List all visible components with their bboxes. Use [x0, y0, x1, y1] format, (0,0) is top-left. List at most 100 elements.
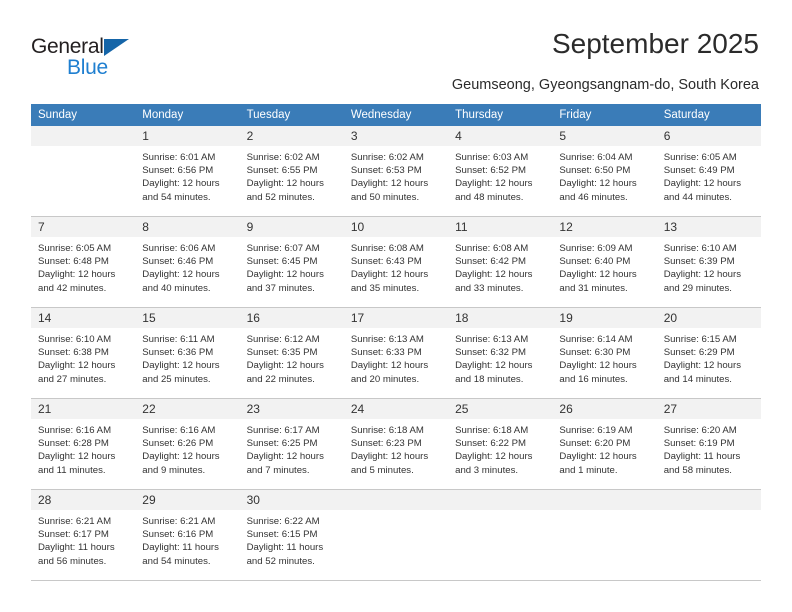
- calendar-day-cell[interactable]: 12 Sunrise: 6:09 AM Sunset: 6:40 PM Dayligh…: [552, 216, 657, 308]
- daylight-text-line2: and 20 minutes.: [350, 373, 420, 385]
- day-number: 3: [343, 126, 449, 146]
- day-details: Sunrise: 6:21 AM Sunset: 6:17 PM Daylight:…: [31, 510, 135, 568]
- calendar-day-cell[interactable]: 22 Sunrise: 6:16 AM Sunset: 6:26 PM Dayligh…: [135, 398, 240, 490]
- calendar-week-row: 7 Sunrise: 6:05 AM Sunset: 6:48 PM Daylight…: [31, 216, 761, 308]
- daylight-text-line2: and 37 minutes.: [246, 282, 315, 294]
- sunrise-text: Sunrise: 6:21 AM: [38, 516, 112, 527]
- sunrise-text: Sunrise: 6:14 AM: [559, 334, 633, 345]
- sunrise-text: Sunrise: 6:13 AM: [350, 334, 424, 345]
- daylight-text-line2: and 52 minutes.: [246, 191, 315, 203]
- calendar-day-cell[interactable]: 5 Sunrise: 6:04 AM Sunset: 6:50 PM Daylight…: [552, 126, 657, 217]
- daylight-text-line2: and 3 minutes.: [455, 464, 519, 476]
- day-number: 10: [343, 217, 449, 237]
- calendar-week-row: 28 Sunrise: 6:21 AM Sunset: 6:17 PM Dayligh…: [31, 489, 761, 581]
- sunset-text: Sunset: 6:42 PM: [455, 256, 527, 268]
- generalblue-logo[interactable]: General Blue: [31, 35, 161, 83]
- calendar-day-cell[interactable]: 24 Sunrise: 6:18 AM Sunset: 6:23 PM Dayligh…: [343, 398, 449, 490]
- calendar-day-cell[interactable]: 8 Sunrise: 6:06 AM Sunset: 6:46 PM Daylight…: [135, 216, 240, 308]
- daylight-text-line1: Daylight: 12 hours: [559, 451, 637, 463]
- sunset-text: Sunset: 6:28 PM: [38, 438, 109, 450]
- daylight-text-line1: Daylight: 11 hours: [38, 542, 115, 554]
- daylight-text-line1: Daylight: 12 hours: [246, 451, 324, 463]
- logo-text-blue: Blue: [67, 56, 108, 79]
- sunset-text: Sunset: 6:15 PM: [246, 529, 318, 541]
- calendar-day-cell[interactable]: 13 Sunrise: 6:10 AM Sunset: 6:39 PM Dayligh…: [656, 216, 761, 308]
- weekday-header-sunday: Sunday: [31, 104, 136, 126]
- day-number: [656, 490, 761, 510]
- calendar-day-cell[interactable]: 21 Sunrise: 6:16 AM Sunset: 6:28 PM Dayligh…: [31, 398, 136, 490]
- sunrise-text: Sunrise: 6:06 AM: [142, 243, 216, 254]
- sunrise-text: Sunrise: 6:15 AM: [663, 334, 737, 345]
- sunset-text: Sunset: 6:30 PM: [559, 347, 631, 359]
- sunrise-text: Sunrise: 6:18 AM: [350, 425, 424, 436]
- sunrise-text: Sunrise: 6:16 AM: [38, 425, 112, 436]
- calendar-day-cell[interactable]: 2 Sunrise: 6:02 AM Sunset: 6:55 PM Daylight…: [239, 126, 344, 217]
- day-details: Sunrise: 6:10 AM Sunset: 6:39 PM Daylight:…: [657, 237, 761, 295]
- weekday-header-saturday: Saturday: [656, 104, 761, 126]
- calendar-day-cell[interactable]: 23 Sunrise: 6:17 AM Sunset: 6:25 PM Dayligh…: [239, 398, 344, 490]
- sunset-text: Sunset: 6:39 PM: [663, 256, 735, 268]
- day-details: Sunrise: 6:02 AM Sunset: 6:53 PM Daylight:…: [344, 146, 448, 204]
- page-title: September 2025: [551, 28, 759, 59]
- calendar-day-cell[interactable]: 29 Sunrise: 6:21 AM Sunset: 6:16 PM Dayligh…: [135, 489, 240, 581]
- day-details: Sunrise: 6:18 AM Sunset: 6:23 PM Daylight:…: [344, 419, 448, 477]
- calendar-day-cell-empty: [656, 489, 761, 581]
- daylight-text-line2: and 52 minutes.: [246, 555, 315, 567]
- calendar-day-cell[interactable]: 27 Sunrise: 6:20 AM Sunset: 6:19 PM Dayligh…: [656, 398, 761, 490]
- sunrise-text: Sunrise: 6:09 AM: [559, 243, 633, 254]
- calendar-day-cell[interactable]: 18 Sunrise: 6:13 AM Sunset: 6:32 PM Dayligh…: [448, 307, 553, 399]
- sunrise-text: Sunrise: 6:05 AM: [663, 152, 737, 163]
- calendar-day-cell[interactable]: 4 Sunrise: 6:03 AM Sunset: 6:52 PM Daylight…: [448, 126, 553, 217]
- day-details: Sunrise: 6:09 AM Sunset: 6:40 PM Daylight:…: [552, 237, 656, 295]
- calendar-day-cell[interactable]: 1 Sunrise: 6:01 AM Sunset: 6:56 PM Daylight…: [135, 126, 240, 217]
- day-number: 28: [31, 490, 136, 510]
- sunset-text: Sunset: 6:23 PM: [350, 438, 422, 450]
- calendar-day-cell[interactable]: 26 Sunrise: 6:19 AM Sunset: 6:20 PM Dayligh…: [552, 398, 657, 490]
- sunrise-text: Sunrise: 6:07 AM: [246, 243, 320, 254]
- page-subtitle-location: Geumseong, Gyeongsangnam-do, South Korea: [451, 77, 759, 93]
- day-number: 14: [31, 308, 136, 328]
- daylight-text-line2: and 11 minutes.: [38, 464, 106, 476]
- calendar-day-cell[interactable]: 11 Sunrise: 6:08 AM Sunset: 6:42 PM Dayligh…: [448, 216, 553, 308]
- calendar-grid: Sunday Monday Tuesday Wednesday Thursday…: [31, 104, 761, 581]
- daylight-text-line2: and 16 minutes.: [559, 373, 628, 385]
- calendar-day-cell[interactable]: 30 Sunrise: 6:22 AM Sunset: 6:15 PM Dayligh…: [239, 489, 344, 581]
- calendar-day-cell[interactable]: 6 Sunrise: 6:05 AM Sunset: 6:49 PM Daylight…: [656, 126, 761, 217]
- day-details: Sunrise: 6:08 AM Sunset: 6:42 PM Daylight:…: [448, 237, 552, 295]
- day-number: [343, 490, 449, 510]
- day-details: Sunrise: 6:08 AM Sunset: 6:43 PM Daylight:…: [344, 237, 448, 295]
- calendar-day-cell[interactable]: 15 Sunrise: 6:11 AM Sunset: 6:36 PM Dayligh…: [135, 307, 240, 399]
- sunrise-text: Sunrise: 6:02 AM: [350, 152, 424, 163]
- calendar-day-cell[interactable]: 7 Sunrise: 6:05 AM Sunset: 6:48 PM Daylight…: [31, 216, 136, 308]
- day-details: Sunrise: 6:13 AM Sunset: 6:32 PM Daylight:…: [448, 328, 552, 386]
- sunrise-text: Sunrise: 6:16 AM: [142, 425, 216, 436]
- sunrise-text: Sunrise: 6:22 AM: [246, 516, 320, 527]
- day-details: Sunrise: 6:16 AM Sunset: 6:28 PM Daylight:…: [31, 419, 135, 477]
- daylight-text-line1: Daylight: 12 hours: [142, 451, 220, 463]
- day-number: 2: [239, 126, 344, 146]
- sunrise-text: Sunrise: 6:12 AM: [246, 334, 320, 345]
- calendar-day-cell[interactable]: 10 Sunrise: 6:08 AM Sunset: 6:43 PM Dayligh…: [343, 216, 449, 308]
- calendar-day-cell[interactable]: 20 Sunrise: 6:15 AM Sunset: 6:29 PM Dayligh…: [656, 307, 761, 399]
- daylight-text-line1: Daylight: 12 hours: [559, 178, 637, 190]
- daylight-text-line1: Daylight: 12 hours: [663, 360, 742, 372]
- daylight-text-line1: Daylight: 11 hours: [246, 542, 324, 554]
- logo-triangle-icon: [104, 39, 129, 56]
- calendar-day-cell[interactable]: 9 Sunrise: 6:07 AM Sunset: 6:45 PM Daylight…: [239, 216, 344, 308]
- calendar-day-cell[interactable]: 25 Sunrise: 6:18 AM Sunset: 6:22 PM Dayligh…: [448, 398, 553, 490]
- calendar-day-cell[interactable]: 19 Sunrise: 6:14 AM Sunset: 6:30 PM Dayligh…: [552, 307, 657, 399]
- calendar-day-cell[interactable]: 28 Sunrise: 6:21 AM Sunset: 6:17 PM Dayligh…: [31, 489, 136, 581]
- daylight-text-line1: Daylight: 12 hours: [246, 178, 324, 190]
- day-number: 25: [448, 399, 553, 419]
- calendar-day-cell[interactable]: 17 Sunrise: 6:13 AM Sunset: 6:33 PM Dayligh…: [343, 307, 449, 399]
- weekday-header-monday: Monday: [135, 104, 240, 126]
- sunrise-text: Sunrise: 6:10 AM: [38, 334, 112, 345]
- calendar-day-cell[interactable]: 14 Sunrise: 6:10 AM Sunset: 6:38 PM Dayligh…: [31, 307, 136, 399]
- calendar-day-cell[interactable]: 3 Sunrise: 6:02 AM Sunset: 6:53 PM Daylight…: [343, 126, 449, 217]
- sunset-text: Sunset: 6:52 PM: [455, 165, 527, 177]
- calendar-week-row: 1 Sunrise: 6:01 AM Sunset: 6:56 PM Daylight…: [31, 126, 761, 217]
- daylight-text-line2: and 54 minutes.: [142, 555, 211, 567]
- daylight-text-line1: Daylight: 12 hours: [663, 269, 742, 281]
- calendar-day-cell[interactable]: 16 Sunrise: 6:12 AM Sunset: 6:35 PM Dayligh…: [239, 307, 344, 399]
- sunrise-text: Sunrise: 6:17 AM: [246, 425, 320, 436]
